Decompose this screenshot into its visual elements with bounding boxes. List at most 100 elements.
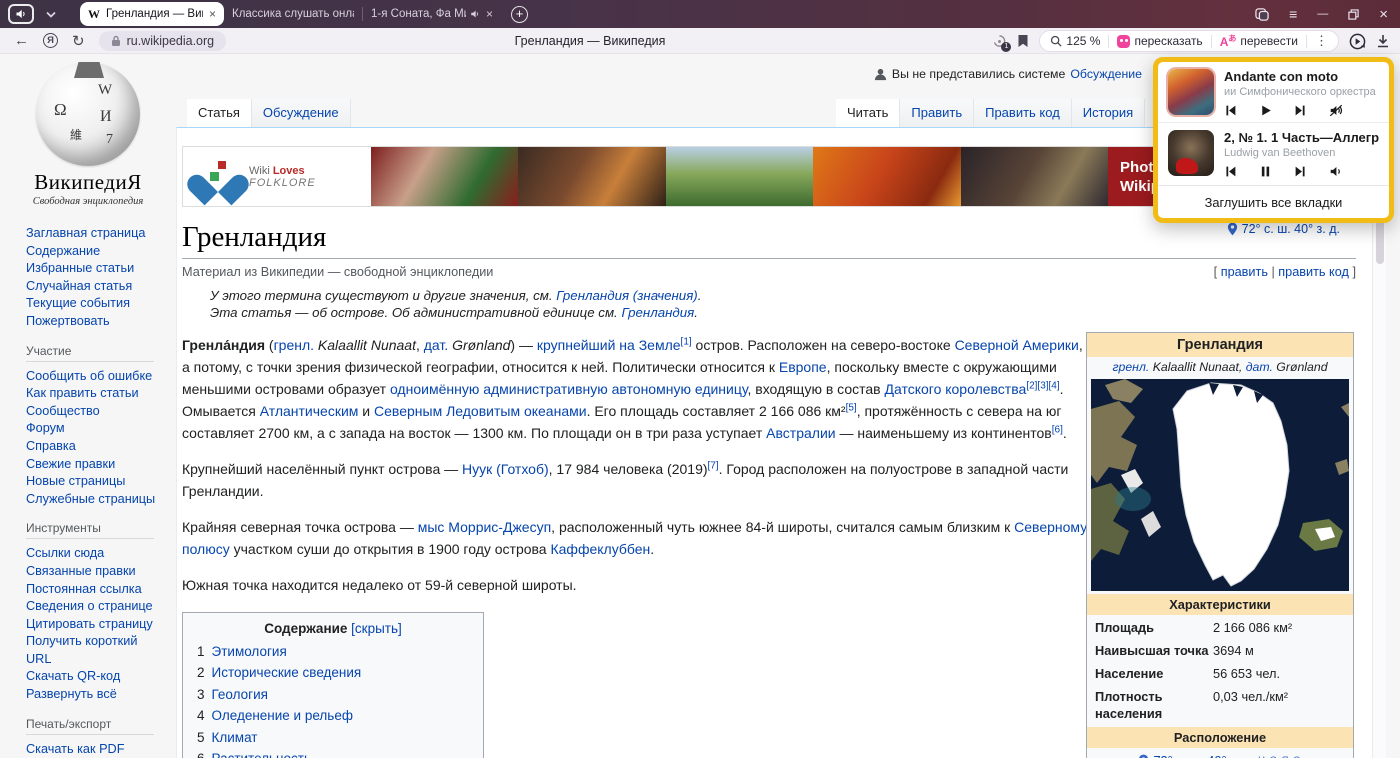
tab-history[interactable]: История xyxy=(1072,99,1145,127)
sidebar-item-contents[interactable]: Содержание xyxy=(26,243,176,261)
wiki-link[interactable]: Нуук (Готхоб) xyxy=(462,461,549,477)
sidebar-item-forum[interactable]: Форум xyxy=(26,420,176,438)
tab-article[interactable]: Статья xyxy=(187,99,252,127)
user-talk-link[interactable]: Обсуждение xyxy=(1070,67,1142,81)
sidebar-item-qr-code[interactable]: Скачать QR-код xyxy=(26,668,176,686)
wiki-link[interactable]: гренл. xyxy=(274,337,314,353)
wiki-link[interactable]: мыс Моррис-Джесуп xyxy=(418,519,551,535)
tab-edit-source[interactable]: Править код xyxy=(974,99,1072,127)
mute-all-tabs-button[interactable]: Заглушить все вкладки xyxy=(1158,185,1389,218)
download-icon[interactable] xyxy=(1376,34,1390,48)
sidebar-item-new-pages[interactable]: Новые страницы xyxy=(26,473,176,491)
collections-button[interactable]: 1 xyxy=(992,34,1007,49)
sidebar-item-current-events[interactable]: Текущие события xyxy=(26,295,176,313)
wiki-link[interactable]: Оледенение и рельеф xyxy=(212,705,353,726)
more-tools-icon[interactable]: ⋮ xyxy=(1315,33,1328,49)
next-track-icon[interactable] xyxy=(1294,165,1307,178)
tab-audio-icon[interactable] xyxy=(470,9,480,19)
wiki-link[interactable]: Исторические сведения xyxy=(212,662,362,683)
wiki-link[interactable]: править xyxy=(1221,265,1268,279)
translate-button[interactable]: Aあ перевести xyxy=(1220,33,1298,49)
url-field[interactable]: ru.wikipedia.org xyxy=(99,31,227,51)
sidebar-item-permanent-link[interactable]: Постоянная ссылка xyxy=(26,581,176,599)
coordinates-link[interactable]: 72° с. ш. 40° з. д. xyxy=(1153,753,1254,758)
sidebar-item-cite-page[interactable]: Цитировать страницу xyxy=(26,616,176,634)
wiki-link[interactable]: [7] xyxy=(708,460,719,471)
wiki-link[interactable]: Северной Америки xyxy=(955,337,1079,353)
muted-speaker-icon[interactable] xyxy=(1329,104,1343,117)
sidebar-item-recent-changes[interactable]: Свежие правки xyxy=(26,456,176,474)
wiki-link[interactable]: [2][3][4] xyxy=(1026,380,1059,391)
section-edit-links[interactable]: [ править | править код ] xyxy=(1214,265,1356,279)
wiki-link[interactable]: [1] xyxy=(681,336,692,347)
wiki-link[interactable]: Гренландия xyxy=(621,305,694,320)
wiki-link[interactable]: дат. xyxy=(1246,360,1273,374)
wiki-link[interactable]: Европе xyxy=(779,359,827,375)
wiki-link[interactable]: Растительность xyxy=(212,748,311,758)
pause-icon[interactable] xyxy=(1259,165,1272,178)
close-tab-icon[interactable]: × xyxy=(209,7,216,21)
sidebar-item-special-pages[interactable]: Служебные страницы xyxy=(26,491,176,509)
tab-sonata-audio[interactable]: 1-я Соната, Фа Мин × xyxy=(363,2,501,26)
zoom-level-button[interactable]: 125 % xyxy=(1050,34,1100,48)
sidebar-item-how-to-edit[interactable]: Как править статьи xyxy=(26,385,176,403)
retell-button[interactable]: пересказать xyxy=(1117,34,1202,48)
sidebar-item-report-error[interactable]: Сообщить об ошибке xyxy=(26,368,176,386)
back-icon[interactable]: ← xyxy=(14,32,29,49)
wiki-link[interactable]: Этимология xyxy=(212,641,287,662)
wiki-link[interactable]: Геология xyxy=(212,684,268,705)
previous-track-icon[interactable] xyxy=(1224,104,1237,117)
next-track-icon[interactable] xyxy=(1294,104,1307,117)
toc-hide-link[interactable]: [скрыть] xyxy=(351,621,402,636)
sidebar-item-expand-all[interactable]: Развернуть всё xyxy=(26,686,176,704)
sidebar-item-page-info[interactable]: Сведения о странице xyxy=(26,598,176,616)
listen-page-icon[interactable] xyxy=(1349,33,1366,50)
wiki-link[interactable]: одноимённую административную автономную … xyxy=(390,381,748,397)
sidebar-item-donate[interactable]: Пожертвовать xyxy=(26,313,176,331)
wiki-link[interactable]: Климат xyxy=(212,727,258,748)
close-window-icon[interactable]: × xyxy=(1379,6,1388,23)
speaker-icon[interactable] xyxy=(1329,165,1343,178)
minimize-icon[interactable]: — xyxy=(1317,8,1328,20)
greenland-satellite-image[interactable] xyxy=(1091,379,1349,591)
sidebar-item-community[interactable]: Сообщество xyxy=(26,403,176,421)
wiki-link[interactable]: [6] xyxy=(1052,424,1063,435)
wiki-link[interactable]: [5] xyxy=(846,402,857,413)
play-icon[interactable] xyxy=(1259,104,1272,117)
tab-edit[interactable]: Править xyxy=(900,99,974,127)
sidebar-item-random[interactable]: Случайная статья xyxy=(26,278,176,296)
menu-icon[interactable]: ≡ xyxy=(1289,6,1297,22)
sidebar-item-help[interactable]: Справка xyxy=(26,438,176,456)
reload-icon[interactable]: ↻ xyxy=(72,32,85,50)
yandex-id-icon[interactable]: Я xyxy=(43,33,58,48)
wiki-link[interactable]: Гренландия (значения) xyxy=(556,288,697,303)
browser-sound-button[interactable] xyxy=(8,4,34,24)
wiki-link[interactable]: Атлантическим xyxy=(260,403,359,419)
tab-wikipedia-greenland[interactable]: W Гренландия — Википе × xyxy=(80,2,224,26)
wiki-link[interactable]: крупнейший на Земле xyxy=(537,337,681,353)
tabs-chevron-down-icon[interactable] xyxy=(42,11,60,18)
sidebar-item-what-links-here[interactable]: Ссылки сюда xyxy=(26,545,176,563)
wiki-link[interactable]: Датского королевства xyxy=(884,381,1026,397)
wiki-link[interactable]: Северным Ледовитым океанами xyxy=(374,403,587,419)
tab-classical-music[interactable]: Классика слушать онлай xyxy=(224,2,362,26)
bookmark-icon[interactable] xyxy=(1017,34,1029,48)
wiki-link[interactable]: Австралии xyxy=(766,425,835,441)
wiki-link[interactable]: Каффеклуббен xyxy=(550,541,650,557)
coordinates-link[interactable]: 72° с. ш. 40° з. д. xyxy=(1242,222,1340,236)
tab-talk[interactable]: Обсуждение xyxy=(252,99,351,127)
wiki-link[interactable]: гренл. xyxy=(1112,360,1149,374)
wiki-link[interactable]: править код xyxy=(1278,265,1349,279)
new-tab-button[interactable]: + xyxy=(511,6,528,23)
side-panel-icon[interactable] xyxy=(1255,8,1269,21)
wikipedia-logo[interactable]: Ω W И 7 維 ВикипедиЯ Свободная энциклопед… xyxy=(0,62,176,207)
wiki-link[interactable]: дат. xyxy=(424,337,448,353)
sidebar-item-featured[interactable]: Избранные статьи xyxy=(26,260,176,278)
tab-read[interactable]: Читать xyxy=(836,99,900,127)
restore-window-icon[interactable] xyxy=(1348,9,1359,20)
sidebar-item-download-pdf[interactable]: Скачать как PDF xyxy=(26,741,176,758)
sidebar-item-related-changes[interactable]: Связанные правки xyxy=(26,563,176,581)
close-tab-icon[interactable]: × xyxy=(486,7,493,21)
sidebar-item-main-page[interactable]: Заглавная страница xyxy=(26,225,176,243)
previous-track-icon[interactable] xyxy=(1224,165,1237,178)
